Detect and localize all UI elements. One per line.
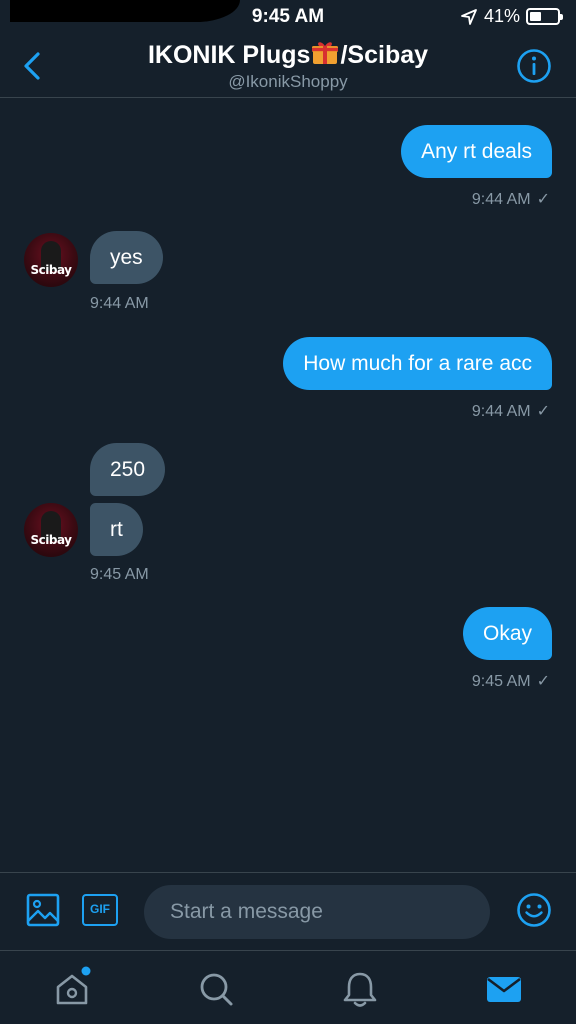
avatar[interactable]: Scibay [24,503,78,557]
emoji-icon[interactable] [516,892,552,928]
image-icon[interactable] [26,893,60,927]
battery-level [530,12,541,21]
message-timestamp: 9:45 AM ✓ [471,673,550,690]
status-right-group: 41% [460,6,563,27]
conversation-title-block[interactable]: IKONIK Plugs/Scibay @IkonikShoppy [100,40,476,92]
message-bubble-sent[interactable]: Any rt deals [401,125,552,178]
notification-dot [81,966,91,976]
bell-icon[interactable] [340,969,380,1009]
read-check-icon: ✓ [536,191,550,208]
mail-icon[interactable] [484,969,524,1009]
message-timestamp: 9:44 AM ✓ [471,191,550,208]
home-icon[interactable] [52,966,92,1009]
message-timestamp: 9:44 AM ✓ [471,403,550,420]
dm-screen: 9:45 AM 41% IKONIK Plugs/Scibay @IkonikS… [0,0,576,1024]
conversation-title: IKONIK Plugs/Scibay [100,40,476,70]
message-bubble-sent[interactable]: Okay [462,607,552,660]
title-right: /Scibay [340,41,429,69]
gif-button[interactable]: GIF [82,894,118,926]
title-left: IKONIK Plugs [147,41,311,69]
message-bubble-received[interactable]: rt [90,503,143,556]
bottom-tab-bar [0,950,576,1024]
gift-icon [311,40,339,66]
status-bar: 9:45 AM 41% [0,0,576,34]
back-chevron-icon[interactable] [18,46,48,86]
message-input[interactable] [144,885,490,939]
message-bubble-received[interactable]: yes [90,231,163,284]
avatar-label: Scibay [30,263,72,277]
message-bubble-received[interactable]: 250 [90,443,166,496]
battery-icon [526,8,563,25]
message-bubble-sent[interactable]: How much for a rare acc [283,337,552,390]
avatar[interactable]: Scibay [24,233,78,287]
composer-bar: GIF [0,872,576,950]
message-timestamp: 9:44 AM [90,295,149,312]
avatar-label: Scibay [30,533,72,547]
info-icon[interactable] [516,48,552,84]
location-arrow-icon [461,8,477,25]
search-icon[interactable] [196,969,236,1009]
conversation-handle: @IkonikShoppy [228,72,348,91]
message-timestamp: 9:45 AM [90,566,149,583]
battery-percent: 41% [483,6,520,26]
read-check-icon: ✓ [536,403,550,420]
read-check-icon: ✓ [536,673,550,690]
message-list: Any rt deals 9:44 AM ✓ Scibay yes 9:44 AM… [0,99,576,871]
conversation-header: IKONIK Plugs/Scibay @IkonikShoppy [0,34,576,98]
